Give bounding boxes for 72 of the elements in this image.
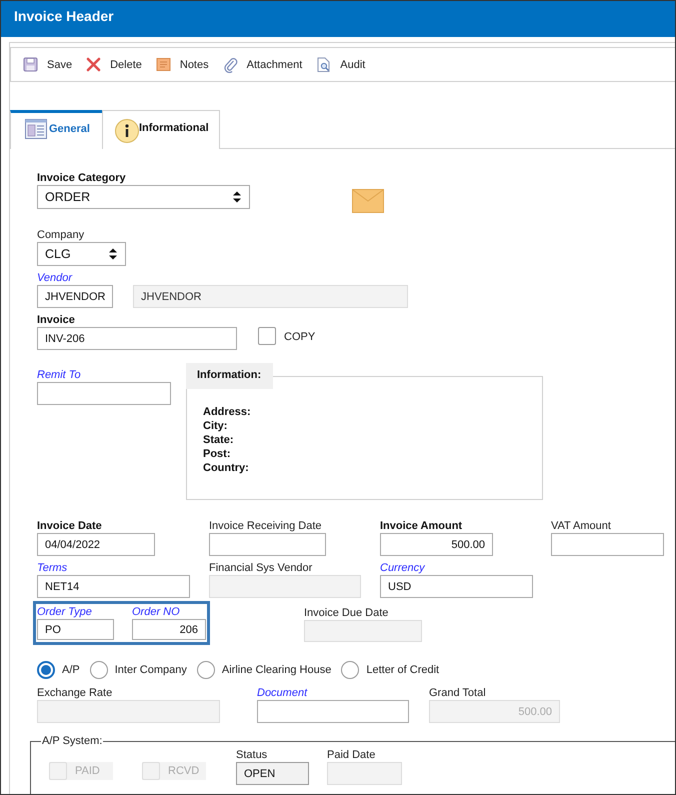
radio-label: Letter of Credit	[366, 664, 440, 676]
tab[interactable]: General	[10, 110, 102, 149]
checkbox-label: PAID	[75, 764, 100, 778]
input-field[interactable]	[257, 700, 409, 723]
note-icon	[156, 56, 171, 72]
tab[interactable]: Informational	[102, 110, 220, 149]
delete-button[interactable]: Delete	[82, 54, 146, 74]
input-field[interactable]: USD	[380, 575, 533, 598]
lookup-link[interactable]: Vendor	[37, 272, 72, 285]
audit-button[interactable]: Audit	[312, 54, 370, 74]
input-field[interactable]: NET14	[37, 575, 190, 598]
input-field[interactable]: JHVENDOR	[37, 285, 113, 308]
attachment-button[interactable]: Attachment	[218, 54, 306, 74]
field-label: Exchange Rate	[37, 687, 112, 700]
radio-button[interactable]	[90, 661, 108, 679]
field-label: Invoice Amount	[380, 520, 462, 533]
input-field[interactable]: PO	[37, 619, 114, 640]
section-title: A/P System:	[41, 735, 104, 747]
checkbox-label: COPY	[284, 330, 316, 344]
info-label: Country:	[203, 461, 250, 475]
window-title: Invoice Header	[14, 8, 114, 24]
radio-button[interactable]	[196, 661, 215, 679]
radio-label: Inter Company	[114, 664, 187, 676]
input-field[interactable]	[209, 533, 326, 556]
field-label: Grand Total	[429, 687, 486, 700]
field-label: Financial Sys Vendor	[209, 562, 312, 575]
info-icon	[114, 119, 139, 143]
radio-label: A/P	[62, 664, 80, 676]
radio-button[interactable]	[37, 661, 55, 679]
envelope-icon	[352, 189, 384, 213]
sort-arrows-icon	[108, 247, 118, 261]
info-label: Address:	[203, 405, 252, 419]
field-label: Invoice	[37, 314, 75, 327]
info-label: State:	[203, 433, 235, 447]
field-label: Invoice Due Date	[304, 607, 388, 620]
field-label: VAT Amount	[551, 520, 611, 533]
field-label: Company	[37, 229, 84, 242]
lookup-link[interactable]: Remit To	[37, 369, 81, 382]
field-label: Paid Date	[327, 749, 376, 762]
lookup-link[interactable]: Terms	[37, 562, 68, 575]
lookup-link[interactable]: Currency	[380, 562, 425, 575]
lookup-link[interactable]: Order NO	[132, 606, 180, 619]
delete-icon	[86, 56, 102, 72]
input-field[interactable]: 206	[132, 619, 206, 640]
form-icon	[25, 119, 47, 139]
lookup-link[interactable]: Document	[257, 687, 308, 700]
input-field[interactable]: JHVENDOR	[133, 285, 408, 308]
document-search-icon	[316, 56, 332, 72]
section-title: Information:	[186, 363, 274, 389]
input-field[interactable]: INV-206	[37, 327, 237, 350]
input-field[interactable]: 04/04/2022	[37, 533, 155, 556]
field-label: Invoice Date	[37, 520, 102, 533]
save-button[interactable]: Save	[19, 54, 76, 74]
paperclip-icon	[222, 56, 238, 72]
input-field[interactable]	[551, 533, 664, 556]
input-field[interactable]: 500.00	[380, 533, 493, 556]
dropdown[interactable]: ORDER	[37, 185, 250, 209]
input-field[interactable]	[37, 382, 171, 405]
lookup-link[interactable]: Order Type	[37, 606, 92, 619]
radio-button[interactable]	[341, 661, 360, 679]
info-label: Post:	[203, 447, 232, 461]
save-icon	[23, 56, 38, 72]
field-label: Invoice Category	[37, 172, 126, 185]
checkbox-label: RCVD	[168, 764, 200, 778]
sort-arrows-icon	[232, 190, 242, 204]
field-label: Invoice Receiving Date	[209, 520, 322, 533]
notes-button[interactable]: Notes	[152, 54, 213, 74]
info-label: City:	[203, 419, 228, 433]
radio-label: Airline Clearing House	[222, 664, 332, 676]
field-label: Status	[236, 749, 268, 762]
checkbox[interactable]	[258, 327, 276, 345]
dropdown[interactable]: CLG	[37, 242, 126, 266]
